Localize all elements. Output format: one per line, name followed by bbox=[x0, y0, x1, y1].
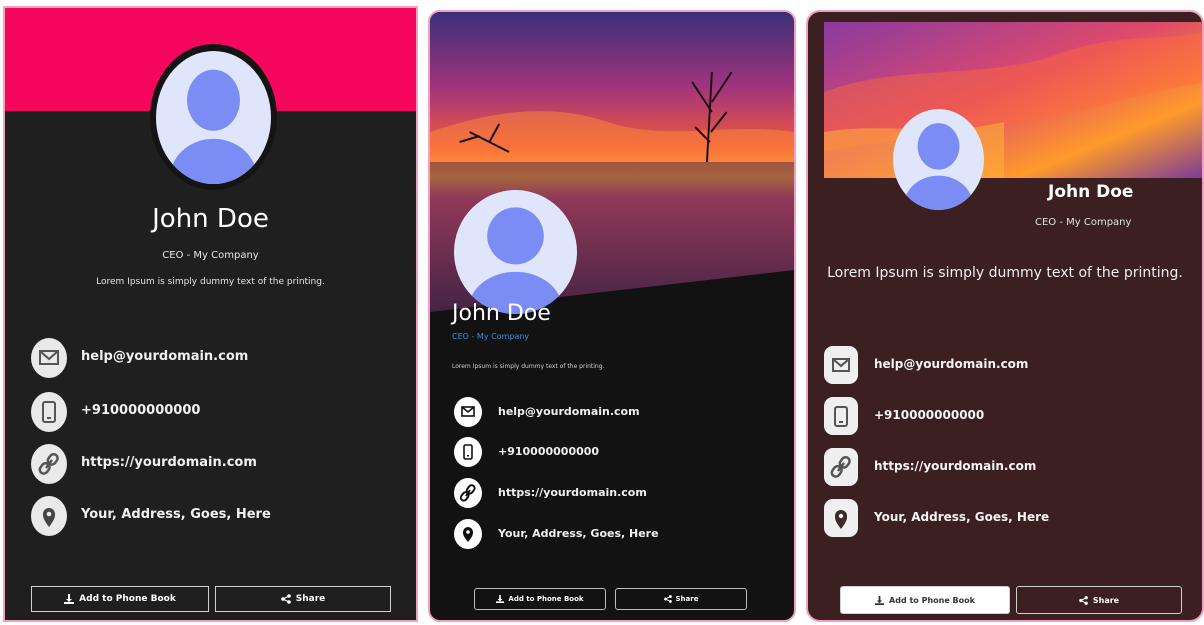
profile-description: Lorem Ipsum is simply dummy text of the … bbox=[827, 265, 1183, 281]
share-icon bbox=[280, 594, 291, 604]
share-button-label: Share bbox=[295, 594, 326, 604]
profile-card-1: John Doe CEO - My Company Lorem Ipsum is… bbox=[3, 6, 418, 622]
contact-phone[interactable]: +910000000000 bbox=[824, 397, 1184, 435]
person-icon bbox=[156, 51, 271, 184]
share-icon bbox=[1079, 595, 1088, 605]
location-pin-icon bbox=[31, 496, 67, 536]
email-text: help@yourdomain.com bbox=[81, 349, 249, 364]
phone-text: +910000000000 bbox=[874, 408, 985, 422]
phone-text: +910000000000 bbox=[498, 445, 600, 458]
profile-role: CEO - My Company bbox=[1035, 217, 1132, 228]
contact-website[interactable]: https://yourdomain.com bbox=[454, 478, 774, 508]
share-button-label: Share bbox=[1092, 595, 1120, 605]
add-to-phone-book-button[interactable]: Add to Phone Book bbox=[474, 588, 606, 610]
phone-text: +910000000000 bbox=[81, 403, 201, 418]
profile-role: CEO - My Company bbox=[452, 332, 530, 341]
profile-card-3: John Doe CEO - My Company Lorem Ipsum is… bbox=[806, 10, 1204, 622]
website-text: https://yourdomain.com bbox=[874, 459, 1037, 473]
link-icon bbox=[31, 444, 67, 484]
sunset-cover-image bbox=[824, 22, 1202, 178]
share-button[interactable]: Share bbox=[615, 588, 747, 610]
add-button-label: Add to Phone Book bbox=[508, 595, 584, 603]
address-text: Your, Address, Goes, Here bbox=[498, 527, 659, 540]
add-button-label: Add to Phone Book bbox=[889, 595, 975, 605]
download-icon bbox=[875, 595, 885, 605]
link-icon bbox=[824, 448, 858, 486]
profile-description: Lorem Ipsum is simply dummy text of the … bbox=[96, 277, 325, 287]
contact-address[interactable]: Your, Address, Goes, Here bbox=[824, 499, 1184, 537]
download-icon bbox=[64, 594, 75, 604]
add-button-label: Add to Phone Book bbox=[79, 594, 176, 604]
page: John Doe CEO - My Company Lorem Ipsum is… bbox=[0, 0, 1204, 625]
website-text: https://yourdomain.com bbox=[498, 486, 647, 499]
avatar bbox=[156, 51, 271, 184]
add-to-phone-book-button[interactable]: Add to Phone Book bbox=[840, 586, 1010, 614]
phone-icon bbox=[824, 397, 858, 435]
address-text: Your, Address, Goes, Here bbox=[874, 510, 1050, 524]
contact-email[interactable]: help@yourdomain.com bbox=[31, 338, 391, 378]
contact-phone[interactable]: +910000000000 bbox=[31, 392, 391, 432]
envelope-icon bbox=[454, 397, 482, 427]
download-icon bbox=[496, 595, 505, 603]
address-text: Your, Address, Goes, Here bbox=[81, 507, 271, 522]
envelope-icon bbox=[824, 346, 858, 384]
avatar bbox=[893, 109, 984, 210]
email-text: help@yourdomain.com bbox=[498, 405, 640, 418]
phone-icon bbox=[454, 437, 482, 467]
profile-name: John Doe bbox=[152, 204, 269, 234]
profile-name: John Doe bbox=[1048, 182, 1134, 202]
envelope-icon bbox=[31, 338, 67, 378]
contact-address[interactable]: Your, Address, Goes, Here bbox=[31, 496, 391, 536]
avatar bbox=[454, 190, 577, 314]
location-pin-icon bbox=[454, 519, 482, 549]
website-text: https://yourdomain.com bbox=[81, 455, 257, 470]
share-button[interactable]: Share bbox=[215, 586, 391, 612]
link-icon bbox=[454, 478, 482, 508]
contact-email[interactable]: help@yourdomain.com bbox=[454, 397, 774, 427]
contact-phone[interactable]: +910000000000 bbox=[454, 437, 774, 467]
person-icon bbox=[893, 109, 984, 210]
location-pin-icon bbox=[824, 499, 858, 537]
share-button[interactable]: Share bbox=[1016, 586, 1182, 614]
share-button-label: Share bbox=[675, 595, 699, 603]
share-icon bbox=[663, 595, 672, 603]
profile-role: CEO - My Company bbox=[162, 250, 259, 261]
contact-website[interactable]: https://yourdomain.com bbox=[31, 444, 391, 484]
phone-icon bbox=[31, 392, 67, 432]
email-text: help@yourdomain.com bbox=[874, 357, 1029, 371]
profile-card-2: John Doe CEO - My Company Lorem Ipsum is… bbox=[428, 10, 796, 622]
add-to-phone-book-button[interactable]: Add to Phone Book bbox=[31, 586, 209, 612]
contact-address[interactable]: Your, Address, Goes, Here bbox=[454, 519, 774, 549]
contact-email[interactable]: help@yourdomain.com bbox=[824, 346, 1184, 384]
contact-website[interactable]: https://yourdomain.com bbox=[824, 448, 1184, 486]
profile-name: John Doe bbox=[452, 301, 551, 326]
profile-description: Lorem Ipsum is simply dummy text of the … bbox=[452, 363, 605, 370]
person-icon bbox=[454, 190, 577, 314]
